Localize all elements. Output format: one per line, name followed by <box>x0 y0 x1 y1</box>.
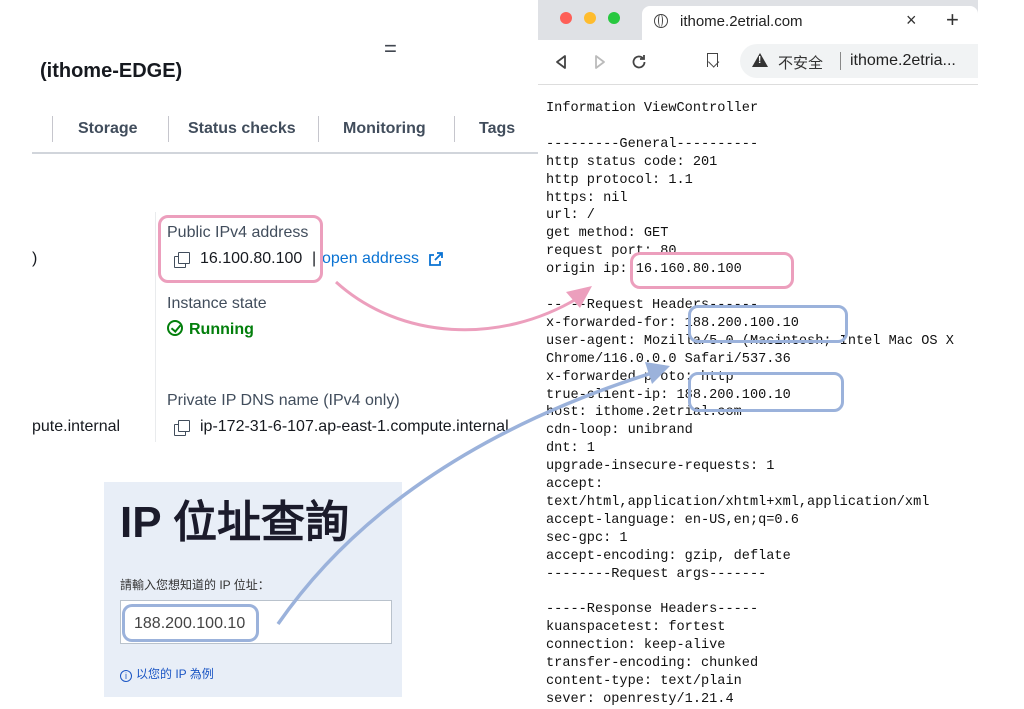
blue-arrow <box>276 370 656 625</box>
pink-arrowhead <box>566 286 592 308</box>
blue-arrowhead <box>645 362 670 384</box>
arrows-overlay <box>276 280 670 625</box>
pink-arrow <box>334 280 579 332</box>
